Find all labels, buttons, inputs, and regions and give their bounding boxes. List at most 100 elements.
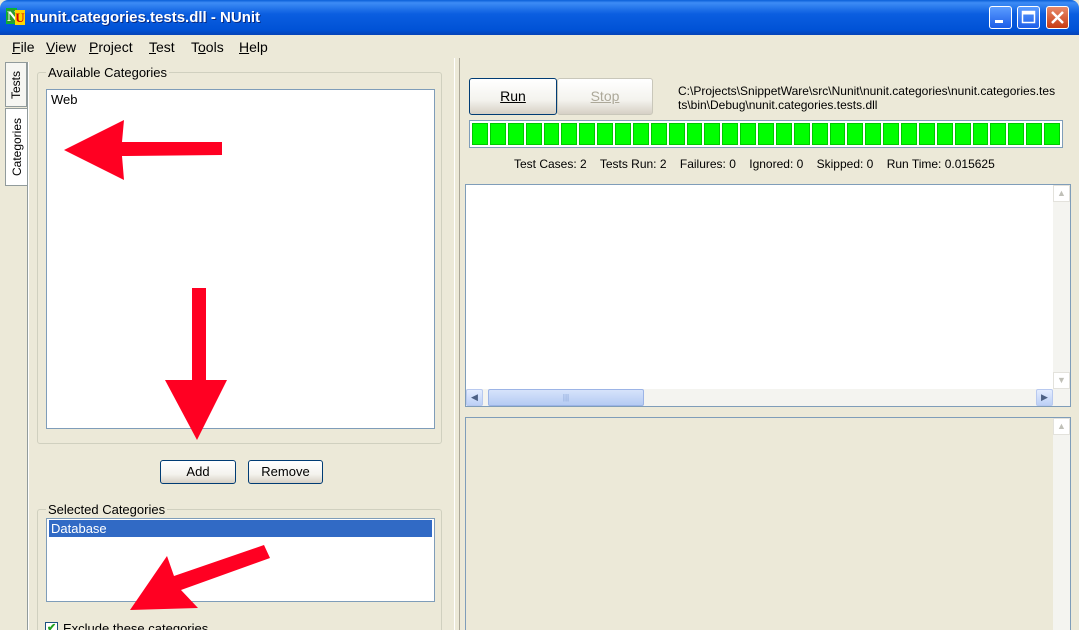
minimize-icon (995, 20, 1003, 23)
progress-block (615, 123, 631, 145)
menu-tools-mnemonic: o (198, 39, 206, 55)
close-icon (1051, 11, 1064, 24)
menu-bar: File View Project Test Tools Help (0, 35, 1079, 58)
available-categories-label: Available Categories (46, 65, 169, 80)
test-stats: Test Cases: 2 Tests Run: 2 Failures: 0 I… (514, 157, 1005, 171)
panel-splitter[interactable] (454, 58, 460, 630)
progress-block (936, 123, 953, 145)
window-title: nunit.categories.tests.dll - NUnit (30, 9, 261, 26)
progress-block (901, 123, 917, 145)
progress-block (525, 123, 542, 145)
scroll-left-icon[interactable]: ◀ (466, 389, 483, 406)
menu-project[interactable]: Project (89, 39, 133, 55)
results-horizontal-scrollbar[interactable]: ◀ ||| ▶ (466, 389, 1053, 406)
progress-block (740, 123, 756, 145)
title-bar[interactable]: NU nunit.categories.tests.dll - NUnit (0, 0, 1079, 35)
nunit-app-icon[interactable]: NU (6, 8, 26, 26)
selected-categories-label: Selected Categories (46, 502, 168, 517)
output-vertical-scrollbar[interactable]: ▲ (1053, 418, 1070, 630)
run-button[interactable]: Run (469, 78, 557, 115)
maximize-icon (1021, 10, 1036, 24)
stat-failures: Failures: 0 (679, 157, 736, 171)
menu-tools-prefix: T (191, 39, 198, 55)
available-categories-group: Available Categories Web (37, 65, 442, 444)
progress-block (865, 123, 882, 145)
menu-help-mnemonic: H (239, 39, 250, 55)
tab-categories[interactable]: Categories (5, 108, 27, 186)
menu-help-rest: elp (249, 39, 268, 55)
stat-run-time: Run Time: 0.015625 (886, 157, 995, 171)
menu-tools[interactable]: Tools (191, 39, 224, 55)
progress-block (990, 123, 1007, 145)
progress-block (650, 123, 667, 145)
add-button[interactable]: Add (160, 460, 236, 484)
stat-skipped: Skipped: 0 (816, 157, 874, 171)
maximize-button[interactable] (1017, 6, 1040, 29)
menu-test-mnemonic: T (149, 39, 156, 55)
progress-block (507, 123, 524, 145)
checkmark-icon: ✔ (47, 622, 57, 630)
progress-block (597, 123, 613, 145)
output-scroll-up-icon[interactable]: ▲ (1053, 418, 1070, 435)
progress-block (561, 123, 578, 145)
menu-view-mnemonic: V (46, 39, 56, 55)
output-panel[interactable]: ▲ (465, 417, 1071, 630)
progress-block (972, 123, 989, 145)
progress-block (811, 123, 828, 145)
tab-panel-border (27, 62, 29, 630)
scroll-right-icon[interactable]: ▶ (1036, 389, 1053, 406)
progress-block (793, 123, 810, 145)
progress-block (668, 123, 685, 145)
menu-file[interactable]: File (12, 39, 35, 55)
stat-tests-run: Tests Run: 2 (599, 157, 667, 171)
stat-test-cases: Test Cases: 2 (514, 157, 587, 171)
progress-block (1044, 123, 1060, 145)
stat-ignored: Ignored: 0 (749, 157, 804, 171)
exclude-categories-label: Exclude these categories (63, 621, 209, 630)
results-vertical-scrollbar[interactable]: ▲ ▼ (1053, 185, 1070, 406)
menu-help[interactable]: Help (239, 39, 268, 55)
progress-block (489, 123, 506, 145)
menu-view[interactable]: View (46, 39, 76, 55)
available-categories-list[interactable]: Web (46, 89, 435, 429)
progress-block (704, 123, 721, 145)
exclude-categories-checkbox[interactable]: ✔ (45, 622, 58, 630)
progress-block (758, 123, 774, 145)
progress-block (1008, 123, 1025, 145)
progress-bar (469, 120, 1063, 148)
menu-project-mnemonic: P (89, 39, 99, 55)
progress-block (543, 123, 560, 145)
menu-view-rest: iew (55, 39, 77, 55)
tab-tests-label: Tests (9, 70, 23, 99)
scroll-down-icon[interactable]: ▼ (1053, 372, 1070, 389)
results-panel[interactable]: ▲ ▼ ◀ ||| ▶ (465, 184, 1071, 407)
menu-test-rest: est (156, 39, 175, 55)
selected-categories-group: Selected Categories Database (37, 502, 442, 630)
progress-block (829, 123, 846, 145)
minimize-button[interactable] (989, 6, 1012, 29)
menu-tools-rest: ols (205, 39, 224, 55)
stop-button[interactable]: Stop (557, 78, 653, 115)
list-item-web[interactable]: Web (49, 91, 432, 108)
progress-block (883, 123, 899, 145)
progress-block (954, 123, 971, 145)
tab-categories-label: Categories (9, 117, 24, 177)
run-button-label: Run (500, 88, 526, 104)
list-item-database[interactable]: Database (49, 520, 432, 537)
progress-block (632, 123, 649, 145)
stop-button-label: Stop (590, 88, 620, 104)
horizontal-scroll-thumb[interactable]: ||| (488, 389, 644, 406)
remove-button[interactable]: Remove (248, 460, 323, 484)
scroll-up-icon[interactable]: ▲ (1053, 185, 1070, 202)
progress-block (722, 123, 739, 145)
close-button[interactable] (1046, 6, 1069, 29)
progress-block (472, 123, 488, 145)
menu-file-rest: ile (20, 39, 35, 55)
menu-file-mnemonic: F (12, 39, 21, 55)
assembly-path: C:\Projects\SnippetWare\src\Nunit\nunit.… (678, 84, 1056, 112)
progress-block (1026, 123, 1042, 145)
menu-project-rest: roject (98, 39, 133, 55)
menu-test[interactable]: Test (149, 39, 175, 55)
tab-tests[interactable]: Tests (5, 62, 27, 107)
selected-categories-list[interactable]: Database (46, 518, 435, 602)
